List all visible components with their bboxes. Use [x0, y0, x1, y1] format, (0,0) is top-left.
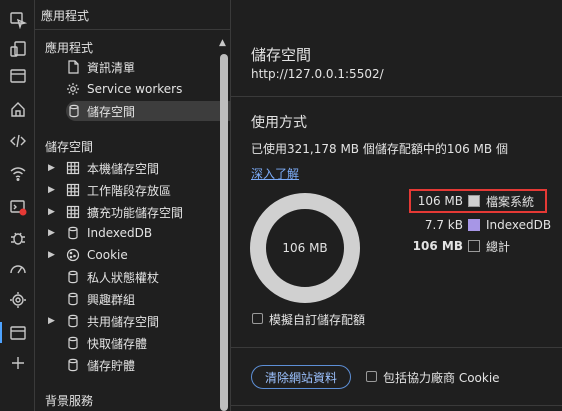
device-icon[interactable]: [7, 38, 28, 59]
add-icon[interactable]: [7, 352, 28, 373]
clear-site-data-button[interactable]: 清除網站資料: [251, 365, 351, 389]
application-sidebar: 應用程式 應用程式 資訊清單 Service workers 儲存空間 儲存空間…: [35, 0, 242, 411]
usage-heading: 使用方式: [251, 115, 307, 131]
legend-row-indexeddb: 7.7 kB IndexedDB: [407, 216, 551, 234]
expand-arrow-icon[interactable]: ▶: [48, 185, 55, 195]
expand-arrow-icon[interactable]: ▶: [48, 163, 55, 173]
sidebar-title: 應用程式: [41, 9, 90, 23]
include-third-party-cookies-checkbox[interactable]: [366, 371, 377, 382]
sidebar-scrollbar[interactable]: ▲: [218, 36, 228, 411]
sidebar-item-cache-storage[interactable]: 快取儲存體: [35, 333, 215, 353]
section-heading-application: 應用程式: [45, 41, 94, 55]
sidebar-item-interest-groups[interactable]: 興趣群組: [35, 289, 215, 309]
sidebar-item-manifest[interactable]: 資訊清單: [35, 57, 215, 77]
sidebar-item-label: 擴充功能儲存空間: [87, 205, 184, 220]
legend-value: 106 MB: [412, 239, 463, 253]
sidebar-item-label: 儲存貯體: [87, 358, 136, 373]
database-icon: [65, 313, 81, 329]
performance-icon[interactable]: [7, 258, 28, 279]
legend-label: 檔案系統: [486, 194, 535, 209]
usage-summary: 已使用321,178 MB 個儲存配額中的106 MB 個: [251, 142, 508, 156]
grid-icon: [65, 182, 81, 198]
activity-bar: [0, 0, 35, 411]
sidebar-item-label: Cookie: [87, 248, 128, 262]
legend-label: IndexedDB: [486, 218, 552, 232]
donut-center-label: 106 MB: [282, 241, 327, 255]
sidebar-item-label: 資訊清單: [87, 60, 136, 75]
sidebar-item-label: 快取儲存體: [87, 336, 148, 351]
sidebar-item-label: 私人狀態權杖: [87, 270, 160, 285]
database-icon: [65, 335, 81, 351]
sidebar-item-storage-buckets[interactable]: 儲存貯體: [35, 355, 215, 375]
legend-label: 總計: [486, 239, 511, 254]
include-third-party-cookies-label: 包括協力廠商 Cookie: [383, 371, 500, 385]
database-icon: [65, 357, 81, 373]
sidebar-item-label: 工作階段存放區: [87, 183, 172, 198]
sidebar-item-label: 共用儲存空間: [87, 314, 160, 329]
expand-arrow-icon[interactable]: ▶: [48, 207, 55, 217]
divider: [231, 405, 562, 406]
sidebar-item-cookie[interactable]: ▶ Cookie: [35, 245, 215, 265]
sidebar-item-label: Service workers: [87, 82, 183, 96]
cpu-icon[interactable]: [7, 289, 28, 310]
legend-swatch: [468, 195, 480, 207]
sidebar-item-label: 本機儲存空間: [87, 161, 160, 176]
sidebar-item-label: IndexedDB: [87, 226, 153, 240]
code-icon[interactable]: [7, 130, 28, 151]
database-icon: [65, 291, 81, 307]
section-heading-storage: 儲存空間: [45, 140, 94, 154]
database-icon: [66, 103, 82, 119]
sidebar-item-indexeddb[interactable]: ▶ IndexedDB: [35, 223, 215, 243]
simulate-quota-label: 模擬自訂儲存配額: [269, 313, 366, 327]
sidebar-item-storage[interactable]: 儲存空間: [66, 101, 242, 121]
sidebar-divider: [35, 29, 230, 30]
usage-donut-chart: 106 MB: [250, 193, 360, 303]
origin-url: http://127.0.0.1:5502/: [251, 67, 384, 81]
legend-value: 106 MB: [417, 194, 463, 208]
sidebar-item-local-storage[interactable]: ▶ 本機儲存空間: [35, 158, 215, 178]
sidebar-item-service-workers[interactable]: Service workers: [35, 79, 215, 99]
divider: [231, 96, 562, 97]
sidebar-item-private-state-tokens[interactable]: 私人狀態權杖: [35, 267, 215, 287]
sidebar-item-label: 興趣群組: [87, 292, 136, 307]
legend-row-filesystem: 106 MB 檔案系統: [407, 192, 547, 210]
expand-arrow-icon[interactable]: ▶: [48, 228, 55, 238]
grid-icon: [65, 204, 81, 220]
console-error-icon[interactable]: [7, 196, 28, 217]
legend-swatch: [468, 219, 480, 231]
divider: [231, 347, 562, 348]
bug-icon[interactable]: [7, 227, 28, 248]
legend-row-total: 106 MB 總計: [407, 237, 547, 255]
database-icon: [65, 225, 81, 241]
wifi-icon[interactable]: [7, 162, 28, 183]
page-title: 儲存空間: [251, 46, 312, 64]
sidebar-item-shared-storage[interactable]: ▶ 共用儲存空間: [35, 311, 215, 331]
section-heading-background-services: 背景服務: [45, 394, 94, 408]
simulate-quota-checkbox[interactable]: [252, 313, 263, 324]
scroll-up-icon[interactable]: ▲: [219, 38, 226, 48]
expand-arrow-icon[interactable]: ▶: [48, 316, 55, 326]
gear-icon: [65, 81, 81, 97]
inspect-icon[interactable]: [7, 9, 28, 30]
expand-arrow-icon[interactable]: ▶: [48, 250, 55, 260]
database-icon: [65, 269, 81, 285]
legend-value: 7.7 kB: [424, 218, 463, 232]
grid-icon: [65, 160, 81, 176]
learn-more-link[interactable]: 深入了解: [251, 165, 299, 182]
file-icon: [65, 59, 81, 75]
storage-panel: 儲存空間 http://127.0.0.1:5502/ 使用方式 已使用321,…: [231, 0, 562, 411]
cookie-icon: [65, 247, 81, 263]
application-icon[interactable]: [0, 322, 28, 343]
home-icon[interactable]: [7, 98, 28, 119]
sidebar-item-session-storage[interactable]: ▶ 工作階段存放區: [35, 180, 215, 200]
scrollbar-thumb[interactable]: [220, 54, 228, 411]
legend-swatch: [468, 240, 480, 252]
sidebar-item-label: 儲存空間: [87, 104, 136, 119]
window-icon[interactable]: [7, 65, 28, 86]
sidebar-item-extension-storage[interactable]: ▶ 擴充功能儲存空間: [35, 202, 215, 222]
